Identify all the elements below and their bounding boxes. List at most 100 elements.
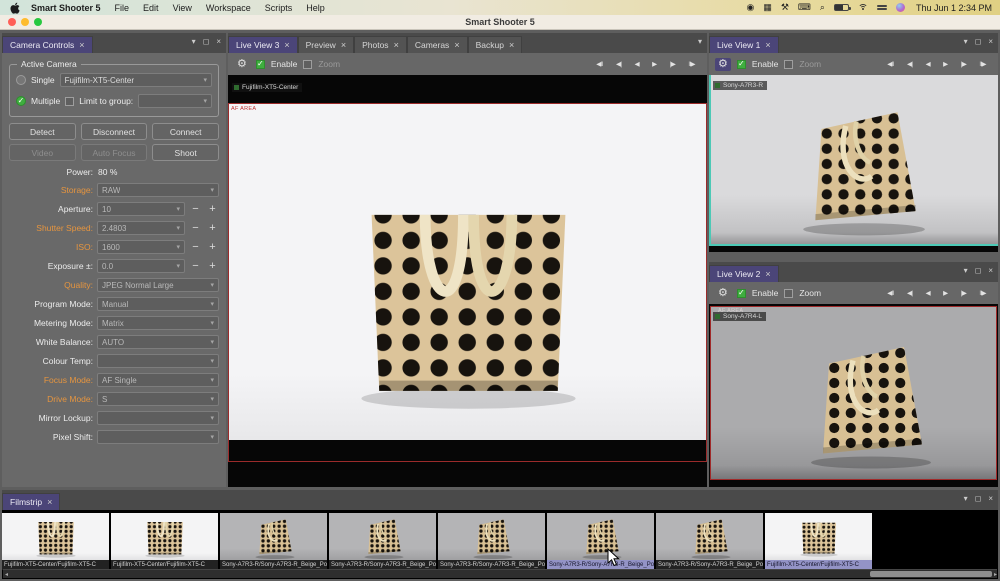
- focus-far-1-icon[interactable]: ◀: [926, 60, 931, 68]
- close-icon[interactable]: ×: [454, 40, 459, 50]
- live-view-1-image[interactable]: Sony-A7R3-R: [709, 75, 998, 252]
- storage-select[interactable]: RAW▾: [97, 183, 219, 197]
- aperture-plus-button[interactable]: +: [206, 204, 219, 215]
- tab-backup[interactable]: Backup ×: [468, 36, 523, 53]
- menu-scripts[interactable]: Scripts: [258, 3, 300, 13]
- focus-far-2-icon[interactable]: ◀|: [907, 289, 913, 297]
- close-icon[interactable]: ×: [47, 497, 52, 507]
- enable-checkbox[interactable]: ✓: [737, 289, 746, 298]
- focus-far-2-icon[interactable]: ◀|: [616, 60, 622, 68]
- panel-close-icon[interactable]: ×: [988, 37, 993, 46]
- close-icon[interactable]: ×: [765, 269, 770, 279]
- grid-app-status-icon[interactable]: ▦: [763, 3, 772, 12]
- focus-near-2-icon[interactable]: |▶: [961, 60, 967, 68]
- exposure-plus-button[interactable]: +: [206, 261, 219, 272]
- menubar-clock[interactable]: Thu Jun 1 2:34 PM: [914, 3, 992, 13]
- focus-mode-select[interactable]: AF Single▾: [97, 373, 219, 387]
- focus-near-1-icon[interactable]: ▶: [652, 60, 657, 68]
- apple-menu-icon[interactable]: [10, 2, 20, 13]
- close-icon[interactable]: ×: [341, 40, 346, 50]
- thumbnail-5[interactable]: Sony-A7R3-R/Sony-A7R3-R_Beige_Polkad: [438, 513, 545, 570]
- multiple-radio[interactable]: ✓: [16, 96, 26, 106]
- live-view-3-image[interactable]: Fujifilm-XT5-Center AF AREA: [228, 75, 707, 487]
- metering-mode-select[interactable]: Matrix▾: [97, 316, 219, 330]
- keyboard-status-icon[interactable]: ⌨: [798, 3, 811, 12]
- gear-icon[interactable]: ⚙: [234, 58, 250, 71]
- panel-close-icon[interactable]: ×: [988, 494, 993, 503]
- tab-cameras[interactable]: Cameras ×: [407, 36, 468, 53]
- auto-focus-button[interactable]: Auto Focus: [81, 144, 148, 161]
- shutter-speed-select[interactable]: 2.4803▾: [97, 221, 185, 235]
- panel-float-icon[interactable]: ◻: [975, 37, 982, 46]
- thumbnail-1[interactable]: Fujifilm-XT5-Center/Fujifilm-XT5-C: [2, 513, 109, 570]
- menu-file[interactable]: File: [108, 3, 137, 13]
- filmstrip-scrollbar[interactable]: ◂ ▸: [3, 569, 997, 578]
- gear-icon[interactable]: ⚙: [715, 58, 731, 71]
- zoom-checkbox[interactable]: [784, 289, 793, 298]
- record-status-icon[interactable]: ◉: [746, 3, 754, 12]
- close-icon[interactable]: ×: [79, 40, 84, 50]
- tab-live-view-3[interactable]: Live View 3 ×: [228, 36, 298, 53]
- shutter-plus-button[interactable]: +: [206, 223, 219, 234]
- panel-menu-icon[interactable]: ▾: [964, 494, 968, 503]
- panel-menu-icon[interactable]: ▾: [964, 266, 968, 275]
- focus-near-3-icon[interactable]: ‖▶: [979, 289, 986, 297]
- close-icon[interactable]: ×: [509, 40, 514, 50]
- connect-button[interactable]: Connect: [152, 123, 219, 140]
- drive-mode-select[interactable]: S▾: [97, 392, 219, 406]
- focus-near-2-icon[interactable]: |▶: [670, 60, 676, 68]
- colour-temp-select[interactable]: ▾: [97, 354, 219, 368]
- panel-menu-icon[interactable]: ▾: [192, 37, 196, 46]
- panel-close-icon[interactable]: ×: [988, 266, 993, 275]
- close-icon[interactable]: ×: [394, 40, 399, 50]
- spotlight-search-icon[interactable]: ⌕: [820, 3, 825, 12]
- pixel-shift-select[interactable]: ▾: [97, 430, 219, 444]
- detect-button[interactable]: Detect: [9, 123, 76, 140]
- focus-far-3-icon[interactable]: ◀‖: [596, 60, 603, 68]
- disconnect-button[interactable]: Disconnect: [81, 123, 148, 140]
- close-icon[interactable]: ×: [284, 40, 289, 50]
- control-center-icon[interactable]: [877, 4, 887, 11]
- thumbnail-3[interactable]: Sony-A7R3-R/Sony-A7R3-R_Beige_Polkad: [220, 513, 327, 570]
- white-balance-select[interactable]: AUTO▾: [97, 335, 219, 349]
- active-camera-select[interactable]: Fujifilm-XT5-Center ▾: [60, 73, 212, 87]
- panel-menu-icon[interactable]: ▾: [964, 37, 968, 46]
- menu-view[interactable]: View: [166, 3, 199, 13]
- mirror-lockup-select[interactable]: ▾: [97, 411, 219, 425]
- focus-far-2-icon[interactable]: ◀|: [907, 60, 913, 68]
- limit-group-select[interactable]: ▾: [138, 94, 212, 108]
- quality-select[interactable]: JPEG Normal Large▾: [97, 278, 219, 292]
- battery-icon[interactable]: [834, 4, 849, 11]
- menu-workspace[interactable]: Workspace: [199, 3, 258, 13]
- panel-float-icon[interactable]: ◻: [975, 266, 982, 275]
- tab-filmstrip[interactable]: Filmstrip ×: [2, 493, 60, 510]
- scroll-right-icon[interactable]: ▸: [994, 571, 997, 578]
- tab-preview[interactable]: Preview ×: [298, 36, 355, 53]
- tab-live-view-2[interactable]: Live View 2 ×: [709, 265, 779, 282]
- focus-near-2-icon[interactable]: |▶: [961, 289, 967, 297]
- iso-plus-button[interactable]: +: [206, 242, 219, 253]
- focus-far-3-icon[interactable]: ◀‖: [887, 289, 894, 297]
- exposure-minus-button[interactable]: −: [189, 261, 202, 272]
- focus-near-1-icon[interactable]: ▶: [943, 289, 948, 297]
- gear-icon[interactable]: ⚙: [715, 287, 731, 300]
- limit-group-checkbox[interactable]: [65, 97, 74, 106]
- enable-checkbox[interactable]: ✓: [256, 60, 265, 69]
- aperture-minus-button[interactable]: −: [189, 204, 202, 215]
- scrollbar-thumb[interactable]: [870, 571, 992, 577]
- thumbnail-6-selected[interactable]: Sony-A7R3-R/Sony-A7R3-R_Beige_Polkad: [547, 513, 654, 570]
- panel-float-icon[interactable]: ◻: [203, 37, 210, 46]
- wifi-icon[interactable]: [858, 4, 868, 12]
- enable-checkbox[interactable]: ✓: [737, 60, 746, 69]
- shoot-button[interactable]: Shoot: [152, 144, 219, 161]
- tool-status-icon[interactable]: ⚒: [781, 3, 789, 12]
- iso-select[interactable]: 1600▾: [97, 240, 185, 254]
- aperture-select[interactable]: 10▾: [97, 202, 185, 216]
- panel-close-icon[interactable]: ×: [216, 37, 221, 46]
- focus-near-1-icon[interactable]: ▶: [943, 60, 948, 68]
- zoom-checkbox[interactable]: [303, 60, 312, 69]
- menu-app-name[interactable]: Smart Shooter 5: [24, 3, 108, 13]
- panel-menu-icon[interactable]: ▾: [698, 37, 702, 46]
- focus-near-3-icon[interactable]: ‖▶: [979, 60, 986, 68]
- thumbnail-2[interactable]: Fujifilm-XT5-Center/Fujifilm-XT5-C: [111, 513, 218, 570]
